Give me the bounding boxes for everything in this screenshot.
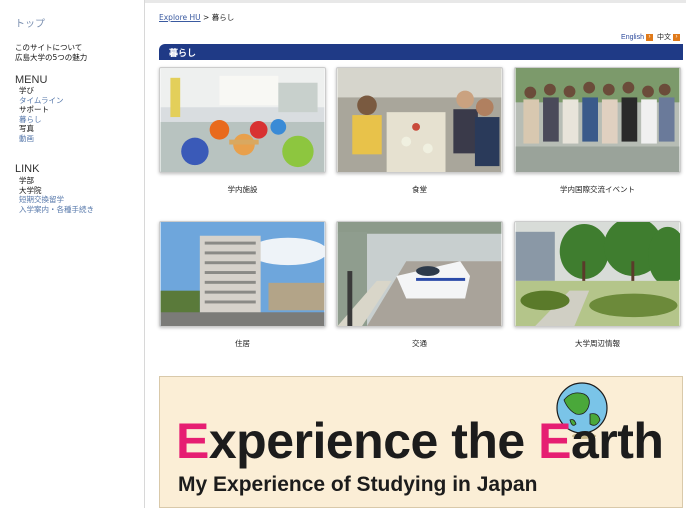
language-switch: English › 中文 ›: [621, 32, 680, 42]
sidebar-top-link[interactable]: トップ: [15, 15, 45, 30]
link-item-admissions[interactable]: 入学案内・各種手続き: [19, 205, 94, 215]
menu-item-life[interactable]: 暮らし: [19, 115, 63, 125]
tile-exchange-event[interactable]: 学内国際交流イベント: [514, 67, 681, 195]
link-heading: LINK: [15, 163, 40, 175]
chevron-right-icon: ›: [673, 33, 680, 41]
tile-caption[interactable]: 学内施設: [159, 184, 326, 195]
sidebar-five-charms-link[interactable]: 広島大学の5つの魅力: [15, 53, 87, 63]
top-divider: [145, 0, 686, 3]
tile-caption[interactable]: 学内国際交流イベント: [514, 184, 681, 195]
tile-caption[interactable]: 食堂: [336, 184, 503, 195]
tile-cafeteria[interactable]: 食堂: [336, 67, 503, 195]
banner-subtitle: My Experience of Studying in Japan: [178, 473, 538, 496]
tile-campus-facilities[interactable]: 学内施設: [159, 67, 326, 195]
menu-item-learning[interactable]: 学び: [19, 86, 63, 96]
transport-photo[interactable]: [336, 221, 503, 327]
link-item-short-exchange[interactable]: 短期交換留学: [19, 195, 94, 205]
sidebar-about: このサイトについて 広島大学の5つの魅力: [15, 43, 87, 63]
tile-housing[interactable]: 住居: [159, 221, 326, 349]
exchange-event-photo[interactable]: [514, 67, 681, 173]
section-header: 暮らし: [159, 44, 683, 60]
menu-item-photos[interactable]: 写真: [19, 124, 63, 134]
breadcrumb: Explore HU > 暮らし: [159, 12, 234, 23]
headline-accent-letter: E: [538, 413, 571, 469]
menu-item-support[interactable]: サポート: [19, 105, 63, 115]
menu-heading: MENU: [15, 74, 48, 86]
section-title: 暮らし: [169, 49, 197, 59]
tile-caption[interactable]: 大学周辺情報: [514, 338, 681, 349]
language-chinese-link[interactable]: 中文: [657, 32, 671, 42]
breadcrumb-separator: >: [200, 13, 212, 22]
headline-text: arth: [570, 413, 664, 469]
tile-transport[interactable]: 交通: [336, 221, 503, 349]
headline-text: xperience the: [208, 413, 539, 469]
sidebar-about-site-link[interactable]: このサイトについて: [15, 43, 87, 53]
breadcrumb-current: 暮らし: [211, 13, 235, 22]
chevron-right-icon: ›: [646, 33, 653, 41]
tile-caption[interactable]: 交通: [336, 338, 503, 349]
breadcrumb-explore-link[interactable]: Explore HU: [159, 13, 201, 22]
headline-accent-letter: E: [176, 413, 209, 469]
tile-caption[interactable]: 住居: [159, 338, 326, 349]
surrounding-area-photo[interactable]: [514, 221, 681, 327]
menu-item-videos[interactable]: 動画: [19, 134, 63, 144]
cafeteria-photo[interactable]: [336, 67, 503, 173]
tile-surrounding-area[interactable]: 大学周辺情報: [514, 221, 681, 349]
link-list: 学部 大学院 短期交換留学 入学案内・各種手続き: [19, 176, 94, 214]
link-item-undergraduate[interactable]: 学部: [19, 176, 94, 186]
sidebar: トップ このサイトについて 広島大学の5つの魅力 MENU 学び タイムライン …: [0, 0, 145, 508]
banner-headline: Experience the Earth: [176, 412, 664, 470]
campus-facilities-photo[interactable]: [159, 67, 326, 173]
experience-earth-banner[interactable]: Experience the Earth My Experience of St…: [159, 376, 683, 508]
link-item-graduate[interactable]: 大学院: [19, 186, 94, 196]
language-english-link[interactable]: English: [621, 34, 644, 41]
housing-photo[interactable]: [159, 221, 326, 327]
menu-list: 学び タイムライン サポート 暮らし 写真 動画: [19, 86, 63, 144]
menu-item-timeline[interactable]: タイムライン: [19, 96, 63, 106]
